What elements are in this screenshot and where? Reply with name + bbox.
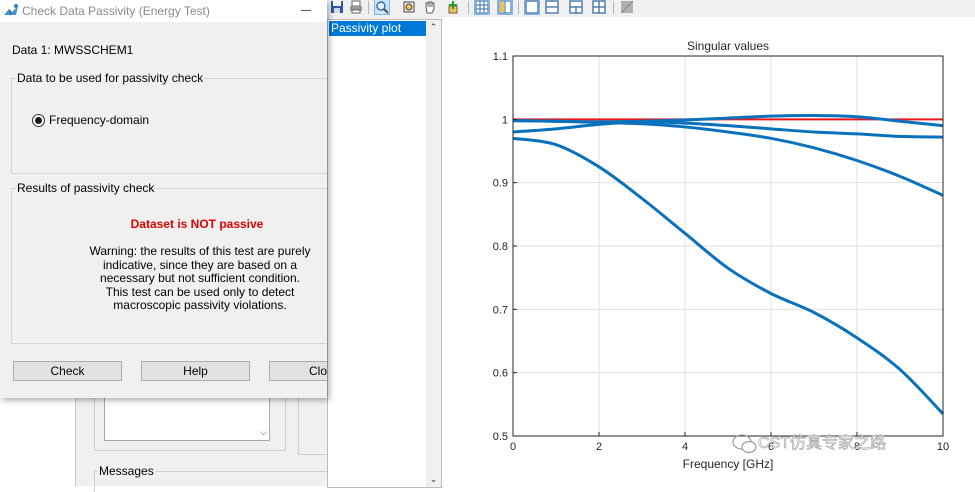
data-cursor-icon[interactable] xyxy=(447,0,461,14)
data-label: Data 1: MWSSCHEM1 xyxy=(12,43,134,57)
save-icon[interactable] xyxy=(330,0,344,14)
y-tick-label: 0.8 xyxy=(493,241,508,253)
warning-text: Warning: the results of this test are pu… xyxy=(80,244,320,313)
radio-selected-dot xyxy=(35,116,42,124)
x-tick-label: 0 xyxy=(510,441,516,453)
dialog-title: Check Data Passivity (Energy Test) xyxy=(22,4,210,18)
passivity-status: Dataset is NOT passive xyxy=(130,217,264,231)
list-item-passivity-plot[interactable]: Passivity plot xyxy=(329,21,426,36)
warning-line: necessary but not sufficient condition. xyxy=(100,271,300,285)
chart-grid xyxy=(512,55,944,437)
frequency-domain-label: Frequency-domain xyxy=(49,113,150,127)
watermark-text: CST仿真专家之路 xyxy=(758,434,886,452)
print-icon[interactable] xyxy=(349,0,363,14)
disabled-icon xyxy=(620,0,634,14)
wechat-icon xyxy=(732,434,757,454)
y-tick-label: 1.1 xyxy=(493,51,508,63)
minimize-button[interactable] xyxy=(301,10,311,11)
toolbar-separator xyxy=(518,1,519,14)
axis-ticks: 0 2 4 6 8 100.50.60.70.80.911.1 xyxy=(493,51,949,453)
chevron-down-icon[interactable]: ⌵ xyxy=(260,427,267,438)
wechat-icon-bubble xyxy=(741,440,757,454)
series-line-4 xyxy=(512,114,944,128)
y-tick-label: 0.6 xyxy=(493,368,508,380)
toolbar-separator xyxy=(468,1,469,14)
y-tick-label: 1 xyxy=(502,114,508,126)
warning-line: macroscopic passivity violations. xyxy=(113,298,287,312)
data-group: Data to be used for passivity check Freq… xyxy=(11,71,327,174)
scroll-down-icon[interactable]: ⌄ xyxy=(426,472,441,487)
x-tick-label: 10 xyxy=(937,441,949,453)
close-button[interactable]: Clo xyxy=(269,361,327,381)
x-axis-label: Frequency [GHz] xyxy=(683,457,774,471)
x-tick-label: 2 xyxy=(596,441,602,453)
background-listbox[interactable]: ⌵ xyxy=(104,398,270,441)
layout-rows-icon[interactable] xyxy=(545,0,559,14)
listbox-scrollbar[interactable]: ⌃ ⌄ xyxy=(426,20,441,487)
series-line-2 xyxy=(512,119,944,197)
scroll-up-icon[interactable]: ⌃ xyxy=(426,20,441,35)
zoom-out-icon[interactable] xyxy=(402,0,416,14)
x-tick-label: 4 xyxy=(682,441,688,453)
y-tick-label: 0.9 xyxy=(493,178,508,190)
results-group-title: Results of passivity check xyxy=(16,181,156,195)
warning-line: indicative, since they are based on a xyxy=(102,257,298,272)
toolbar-separator xyxy=(368,1,369,14)
background-panel xyxy=(298,398,327,455)
grid-1-icon[interactable] xyxy=(474,0,490,15)
warning-line: This test can be used only to detect xyxy=(105,284,295,299)
y-tick-label: 0.7 xyxy=(493,304,508,316)
check-button[interactable]: Check xyxy=(13,361,122,381)
layout-grid-icon[interactable] xyxy=(592,0,606,14)
dialog-titlebar[interactable]: Check Data Passivity (Energy Test) xyxy=(0,0,327,22)
grid-2-icon[interactable] xyxy=(497,0,513,15)
help-button[interactable]: Help xyxy=(141,361,250,381)
layout-single-icon[interactable] xyxy=(524,0,540,15)
results-group: Results of passivity check Dataset is NO… xyxy=(11,181,327,344)
layout-cols-icon[interactable] xyxy=(569,0,583,14)
frequency-domain-radio[interactable]: Frequency-domain xyxy=(32,113,149,127)
radio-circle[interactable] xyxy=(32,113,45,127)
chart-title: Singular values xyxy=(687,39,769,53)
data-group-title: Data to be used for passivity check xyxy=(16,71,205,85)
matlab-app-icon xyxy=(4,4,18,16)
singular-values-chart: Singular values 0 2 4 6 8 100.50.60.70.80.911… xyxy=(493,39,949,471)
pan-icon[interactable] xyxy=(423,0,437,14)
passivity-dialog: Check Data Passivity (Energy Test) Data … xyxy=(0,0,327,398)
toolbar-separator xyxy=(613,1,614,14)
series-line-3 xyxy=(512,120,944,139)
series-lines xyxy=(512,114,945,415)
zoom-in-icon[interactable] xyxy=(374,0,390,15)
y-tick-label: 0.5 xyxy=(493,431,508,443)
figure-toolbar xyxy=(327,0,975,17)
messages-label: Messages xyxy=(97,464,156,478)
warning-line: Warning: the results of this test are pu… xyxy=(89,244,311,258)
plot-listbox[interactable]: Passivity plot ⌃ ⌄ xyxy=(327,19,442,488)
